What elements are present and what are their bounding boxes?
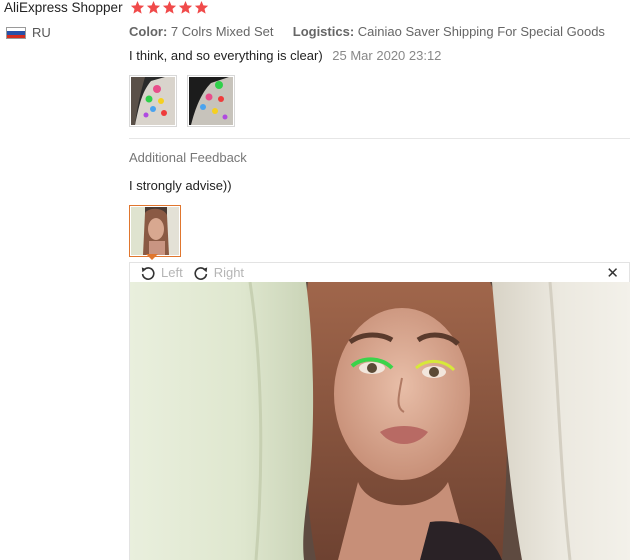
review-photos xyxy=(129,75,235,127)
rotate-right-label: Right xyxy=(213,265,245,280)
logistics-label: Logistics: xyxy=(292,24,355,39)
review-date: 25 Mar 2020 23:12 xyxy=(332,48,442,63)
color-label: Color: xyxy=(129,24,168,39)
image-viewer-toolbar: Left Right ✕ xyxy=(129,262,630,283)
reviewer-name: AliExpress Shopper xyxy=(4,0,123,15)
rotate-right-icon xyxy=(194,267,207,280)
reviewer-country: RU xyxy=(6,25,51,41)
country-code: RU xyxy=(32,25,51,40)
section-divider xyxy=(129,138,630,139)
color-value: 7 Colrs Mixed Set xyxy=(170,24,274,39)
review-body: I think, and so everything is clear) 25 … xyxy=(129,48,441,64)
close-icon[interactable]: ✕ xyxy=(606,265,619,281)
star-icon xyxy=(130,0,145,14)
review-photo-thumbnail[interactable] xyxy=(129,75,177,127)
russia-flag-icon xyxy=(6,27,26,39)
additional-feedback-title: Additional Feedback xyxy=(129,150,247,165)
order-info: Color: 7 Colrs Mixed Set Logistics: Cain… xyxy=(129,24,605,40)
review-text: I think, and so everything is clear) xyxy=(129,48,323,63)
rotate-right-button[interactable]: Right xyxy=(193,265,244,281)
rating-stars xyxy=(130,0,209,16)
star-icon xyxy=(194,0,209,14)
logistics-value: Cainiao Saver Shipping For Special Goods xyxy=(357,24,605,39)
selected-indicator-arrow xyxy=(146,254,158,260)
feedback-photo-thumbnail-selected[interactable] xyxy=(129,205,181,257)
enlarged-review-photo xyxy=(129,282,630,560)
star-icon xyxy=(146,0,161,14)
rotate-left-icon xyxy=(141,267,155,280)
review-photo-thumbnail[interactable] xyxy=(187,75,235,127)
rotate-left-button[interactable]: Left xyxy=(140,265,183,281)
star-icon xyxy=(162,0,177,14)
rotate-left-label: Left xyxy=(161,265,183,280)
star-icon xyxy=(178,0,193,14)
additional-feedback-text: I strongly advise)) xyxy=(129,178,232,193)
